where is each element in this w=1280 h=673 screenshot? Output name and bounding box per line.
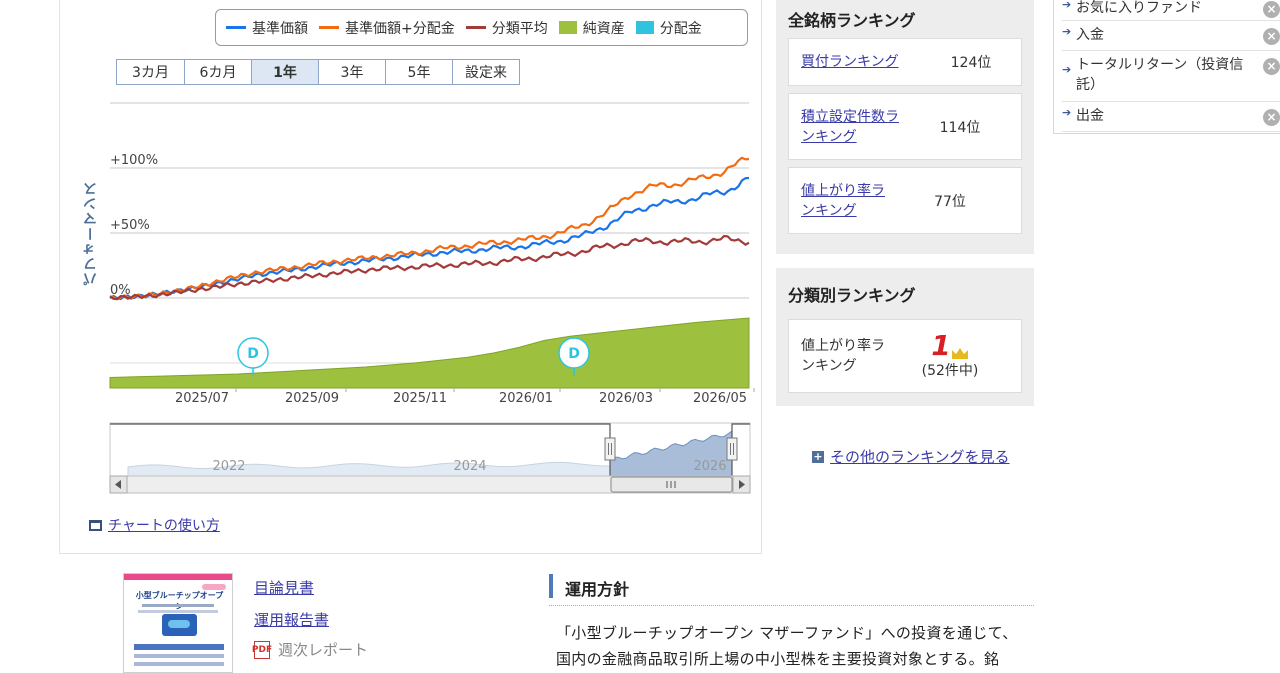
chart-howto-text[interactable]: チャートの使い方 [108, 515, 220, 535]
series-line-1 [109, 156, 750, 301]
dividend-label: D [247, 346, 259, 362]
pdf-icon: PDF [252, 640, 272, 659]
chart-howto-link[interactable]: チャートの使い方 [89, 515, 220, 535]
ranking-link-buy[interactable]: 買付ランキング [801, 54, 899, 70]
ranking-value-rise: 77位 [934, 193, 966, 210]
x-tick-label: 2025/11 [393, 391, 447, 406]
menu-item-favorites[interactable]: ➔ お気に入りファンド × [1062, 0, 1280, 21]
prospectus-link[interactable]: 目論見書 [254, 577, 314, 598]
arrow-right-icon: ➔ [1062, 106, 1072, 119]
x-tick-label: 2026/05 [693, 391, 747, 406]
all-ranking-panel: 全銘柄ランキング 買付ランキング 124位 積立設定件数ランキング 114位 値… [776, 0, 1034, 254]
arrow-right-icon: ➔ [1062, 25, 1072, 38]
ranking-card-accum: 積立設定件数ランキング 114位 [788, 93, 1022, 160]
x-tick-label: 2025/09 [285, 391, 339, 406]
remove-icon[interactable]: × [1263, 109, 1280, 126]
category-ranking-value: 1 (52件中) [891, 332, 1009, 380]
ranking-value-accum: 114位 [939, 119, 981, 136]
category-ranking-name: 値上がり率ランキング [801, 338, 885, 374]
ranking-card-buy: 買付ランキング 124位 [788, 38, 1022, 86]
navigator-year-label: 2026 [693, 459, 726, 474]
category-ranking-panel: 分類別ランキング 値上がり率ランキング 1 (52件中) [776, 268, 1034, 406]
remove-icon[interactable]: × [1263, 58, 1280, 75]
y-tick-label: +100% [110, 153, 158, 168]
performance-chart: +100%+50%0% 2025/07 2025/09 2025/11 2026/01… [109, 102, 755, 494]
policy-title: 運用方針 [565, 580, 630, 599]
policy-header: 運用方針 [549, 574, 1034, 606]
series-line-2 [109, 234, 750, 301]
ranking-value-buy: 124位 [950, 55, 992, 71]
dividend-label: D [568, 346, 580, 362]
ranking-link-rise[interactable]: 値上がり率ランキング [801, 183, 885, 219]
net-assets-area [109, 317, 750, 389]
prospectus-thumbnail[interactable]: 小型ブルーチップオープン [123, 573, 233, 673]
ranking-link-accum[interactable]: 積立設定件数ランキング [801, 109, 899, 145]
plus-icon: + [812, 449, 824, 463]
x-tick-label: 2026/03 [599, 391, 653, 406]
navigator-handle [726, 437, 738, 461]
category-ranking-title: 分類別ランキング [788, 286, 916, 305]
series-line-0 [109, 176, 750, 301]
arrow-right-icon: ➔ [1062, 0, 1072, 11]
menu-item-deposit[interactable]: ➔ 入金 × [1062, 21, 1280, 51]
all-ranking-title: 全銘柄ランキング [788, 11, 916, 30]
y-tick-label: +50% [110, 218, 150, 233]
crown-icon [951, 348, 968, 359]
navigator-handle [604, 437, 616, 461]
arrow-right-icon: ➔ [1062, 63, 1072, 76]
menu-item-total-return[interactable]: ➔ トータルリターン（投資信託） × [1062, 51, 1280, 102]
window-icon [89, 519, 102, 531]
policy-text: 「小型ブルーチップオープン マザーファンド」への投資を通じて、国内の金融商品取引… [556, 624, 1018, 668]
side-menu: ➔ お気に入りファンド × ➔ 入金 × ➔ トータルリターン（投資信託） × … [1053, 0, 1280, 134]
weekly-report: PDF 週次レポート [252, 639, 369, 660]
navigator-year-label: 2022 [212, 459, 245, 474]
rank-count: (52件中) [921, 363, 979, 379]
report-link[interactable]: 運用報告書 [254, 609, 329, 630]
more-ranking-text[interactable]: その他のランキングを見る [830, 446, 1010, 467]
more-ranking-link[interactable]: + その他のランキングを見る [812, 446, 1010, 467]
x-tick-label: 2026/01 [499, 391, 553, 406]
remove-icon[interactable]: × [1263, 1, 1280, 18]
menu-item-withdraw[interactable]: ➔ 出金 × [1062, 102, 1280, 132]
weekly-report-label: 週次レポート [278, 641, 369, 659]
remove-icon[interactable]: × [1263, 28, 1280, 45]
ranking-card-rise: 値上がり率ランキング 77位 [788, 167, 1022, 234]
x-tick-label: 2025/07 [175, 391, 229, 406]
navigator-year-label: 2024 [453, 459, 486, 474]
category-ranking-card: 値上がり率ランキング 1 (52件中) [788, 319, 1022, 393]
thumb-title: 小型ブルーチップオープン [135, 591, 224, 611]
rank-number: 1 [931, 329, 951, 362]
